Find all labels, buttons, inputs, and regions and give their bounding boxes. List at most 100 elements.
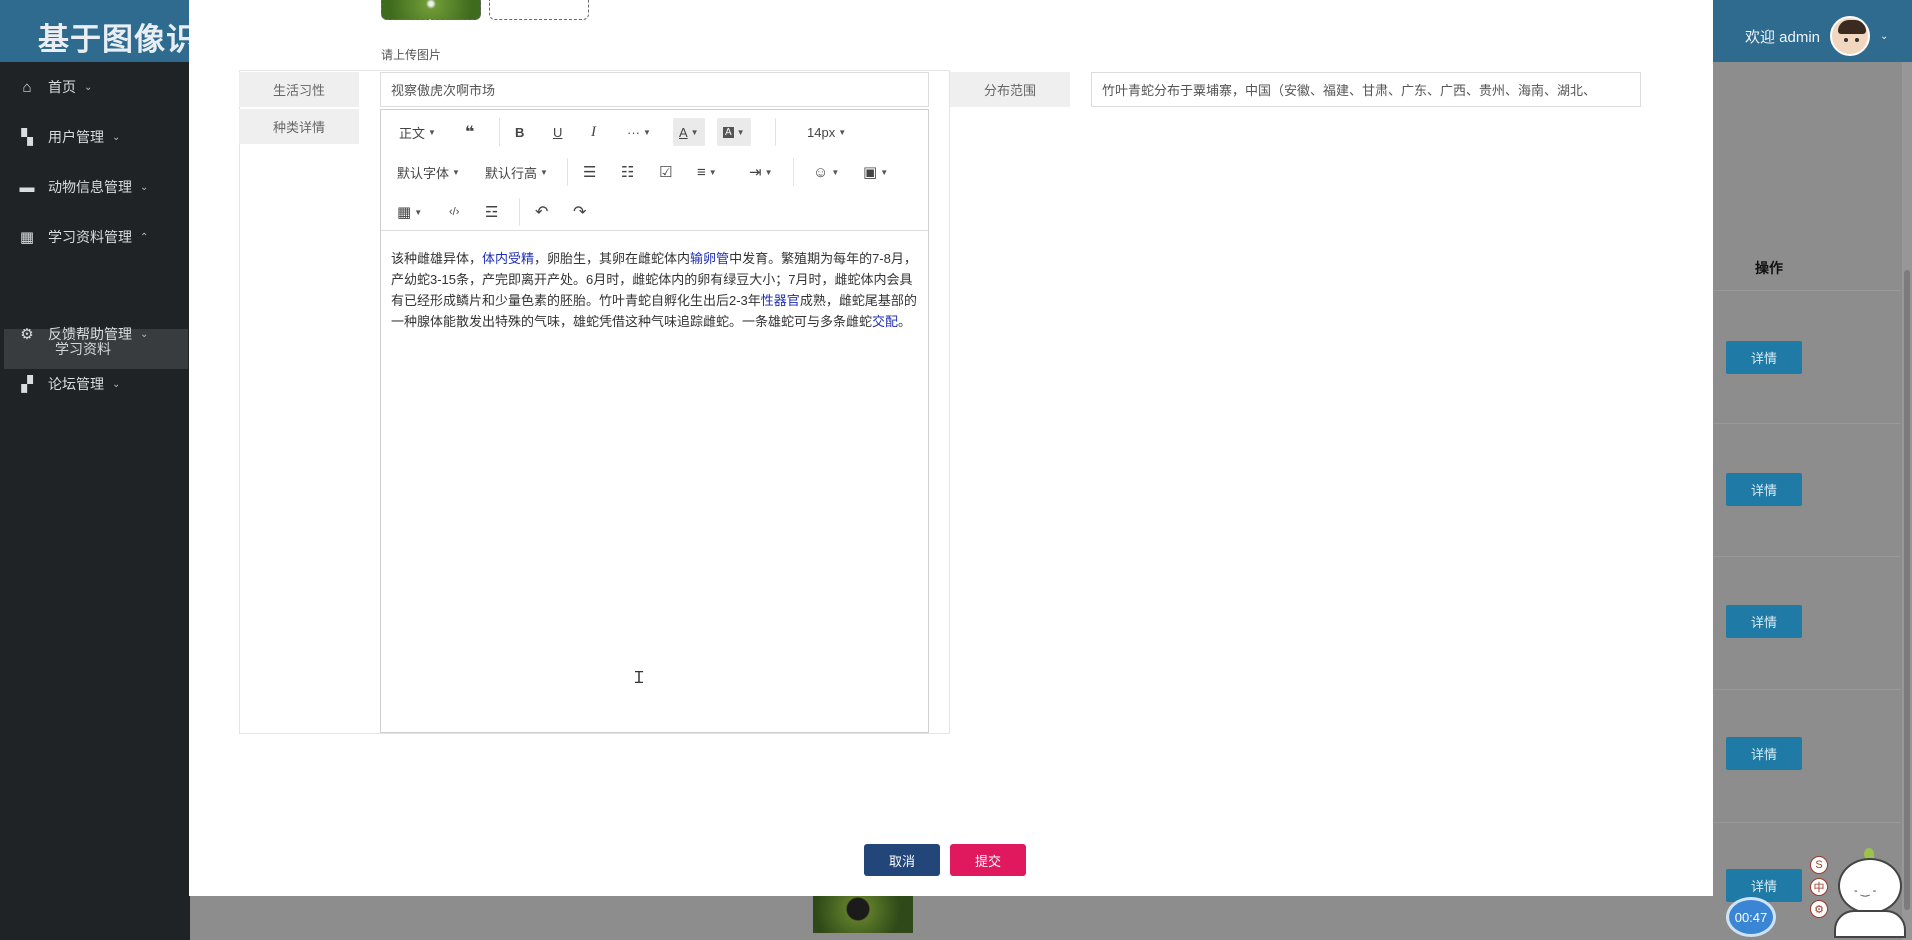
image-upload-button[interactable] [489, 0, 589, 20]
bold-icon[interactable]: B [515, 118, 524, 146]
sidebar-item-home[interactable]: ⌂ 首页 ⌄ [0, 62, 190, 112]
row-divider [1700, 423, 1900, 424]
assistant-tool-button[interactable]: S [1810, 856, 1828, 874]
row-divider [1700, 290, 1900, 291]
bullet-list-icon[interactable]: ☰ [583, 158, 596, 186]
detail-button[interactable]: 详情 [1726, 605, 1802, 638]
caret-down-icon: ▼ [540, 167, 548, 177]
editor-link[interactable]: 交配 [872, 314, 898, 329]
toolbar-divider [499, 118, 500, 146]
sidebar-item-label: 反馈帮助管理 [48, 326, 132, 342]
detail-button[interactable]: 详情 [1726, 737, 1802, 770]
numbered-list-icon[interactable]: ☷ [621, 158, 634, 186]
sidebar-item-label: 首页 [48, 79, 76, 95]
assistant-tool-button[interactable]: 中 [1810, 878, 1828, 896]
page-scrollbar-thumb[interactable] [1904, 270, 1910, 910]
sidebar-item-label: 动物信息管理 [48, 179, 132, 195]
emoji-icon[interactable]: ☺ ▼ [813, 158, 839, 186]
image-icon[interactable]: ▣ ▼ [863, 158, 888, 186]
italic-icon[interactable]: I [591, 118, 596, 146]
range-input[interactable]: 竹叶青蛇分布于粟埔寨，中国（安徽、福建、甘肃、广东、广西、贵州、海南、湖北、 [1091, 72, 1641, 107]
sidebar-item-forum[interactable]: ▞ 论坛管理 ⌄ [0, 359, 190, 409]
chevron-down-icon: ⌄ [1880, 30, 1889, 42]
editor-text: 。 [898, 314, 912, 329]
font-family-select[interactable]: 默认字体 ▼ [397, 158, 460, 186]
list-icon: ▬ [19, 178, 35, 196]
welcome-text: 欢迎 admin [1745, 28, 1821, 46]
paragraph-select[interactable]: 正文 ▼ [399, 118, 436, 146]
sidebar-item-label: 学习资料管理 [48, 229, 132, 245]
paragraph-label: 正文 [399, 125, 426, 141]
sidebar-item-feedback[interactable]: ⚙ 反馈帮助管理 ⌄ [0, 309, 190, 359]
indent-icon[interactable]: ⇥ ▼ [749, 158, 773, 186]
user-menu[interactable]: 欢迎 admin ⌄ [1745, 16, 1888, 56]
rich-text-editor[interactable]: 正文 ▼ ❝ B U I ··· ▼ A ▼ A ▼ 14px ▼ 默认字体 ▼ 默认行高 ▼… [380, 109, 929, 733]
font-color-icon[interactable]: A ▼ [673, 118, 705, 146]
todo-checkbox-icon[interactable]: ☑ [659, 158, 672, 186]
editor-content[interactable]: 该种雌雄异体，体内受精，卵胎生，其卵在雌蛇体内输卵管中发育。繁殖期为每年的7-8… [391, 248, 919, 332]
underline-icon[interactable]: U [553, 118, 562, 146]
gear-icon: ⚙ [20, 326, 34, 343]
line-height-select[interactable]: 默认行高 ▼ [485, 158, 548, 186]
grid-icon: ▞ [21, 376, 33, 393]
habit-input[interactable]: 视察傲虎次啊市场 [380, 72, 929, 107]
submit-button[interactable]: 提交 [950, 844, 1026, 876]
background-color-icon[interactable]: A ▼ [717, 118, 751, 146]
table-header-actions: 操作 [1755, 260, 1783, 276]
home-icon: ⌂ [22, 78, 32, 96]
undo-icon[interactable]: ↶ [535, 198, 548, 226]
caret-down-icon: ▼ [428, 127, 436, 137]
assistant-toolbar: S 中 ⚙ [1810, 856, 1830, 918]
row-thumbnail [813, 893, 913, 933]
toolbar-divider [775, 118, 776, 146]
detail-button[interactable]: 详情 [1726, 869, 1802, 902]
table-icon: ▦ [19, 229, 35, 246]
sidebar-item-users[interactable]: ▚ 用户管理 ⌄ [0, 112, 190, 162]
editor-link[interactable]: 体内受精 [482, 251, 534, 266]
line-height-label: 默认行高 [485, 165, 538, 181]
redo-icon[interactable]: ↷ [573, 198, 586, 226]
quote-icon[interactable]: ❝ [465, 118, 474, 146]
avatar[interactable] [1830, 16, 1871, 56]
font-size-label: 14px [807, 124, 836, 140]
editor-toolbar: 正文 ▼ ❝ B U I ··· ▼ A ▼ A ▼ 14px ▼ 默认字体 ▼ 默认行高 ▼… [381, 110, 928, 231]
font-family-label: 默认字体 [397, 165, 450, 181]
code-icon[interactable]: ‹/› [449, 198, 459, 226]
cancel-button[interactable]: 取消 [864, 844, 940, 876]
mascot-body [1834, 910, 1906, 938]
editor-link[interactable]: 性器官 [761, 293, 800, 308]
assistant-settings-icon[interactable]: ⚙ [1810, 900, 1828, 918]
sidebar-item-materials[interactable]: ▦ 学习资料管理 ⌃ [0, 212, 190, 262]
mascot-assistant[interactable]: - ‿ - [1834, 848, 1906, 938]
divider-icon[interactable]: ☲ [485, 198, 498, 226]
chevron-down-icon: ⌄ [112, 378, 121, 390]
more-icon[interactable]: ··· ▼ [627, 118, 651, 146]
detail-button[interactable]: 详情 [1726, 473, 1802, 506]
upload-hint: 请上传图片 [381, 48, 442, 62]
sidebar-item-animals[interactable]: ▬ 动物信息管理 ⌄ [0, 162, 190, 212]
caret-down-icon: ▼ [838, 127, 847, 137]
uploaded-image-thumbnail[interactable] [381, 0, 481, 20]
row-divider [1700, 689, 1900, 690]
font-size-select[interactable]: 14px ▼ [807, 118, 846, 146]
toolbar-divider [567, 158, 568, 186]
table-insert-icon[interactable]: ▦ ▼ [397, 198, 422, 226]
editor-text: 该种雌雄异体， [391, 251, 483, 266]
editor-link[interactable]: 输卵管 [690, 251, 729, 266]
users-icon: ▚ [21, 129, 33, 146]
mascot-face: - ‿ - [1854, 885, 1877, 897]
sidebar-item-label: 用户管理 [48, 129, 104, 145]
toolbar-divider [793, 158, 794, 186]
chevron-down-icon: ⌄ [112, 131, 121, 143]
range-label: 分布范围 [950, 72, 1070, 107]
row-divider [1700, 556, 1900, 557]
editor-text: ，卵胎生，其卵在雌蛇体内 [534, 251, 691, 266]
timer-badge[interactable]: 00:47 [1726, 897, 1776, 937]
habit-label: 生活习性 [239, 72, 359, 107]
chevron-up-icon: ⌃ [140, 231, 149, 243]
sidebar-item-label: 论坛管理 [48, 376, 104, 392]
align-icon[interactable]: ≡ ▼ [697, 158, 717, 186]
chevron-down-icon: ⌄ [84, 81, 93, 93]
detail-button[interactable]: 详情 [1726, 341, 1802, 374]
caret-down-icon: ▼ [452, 167, 460, 177]
